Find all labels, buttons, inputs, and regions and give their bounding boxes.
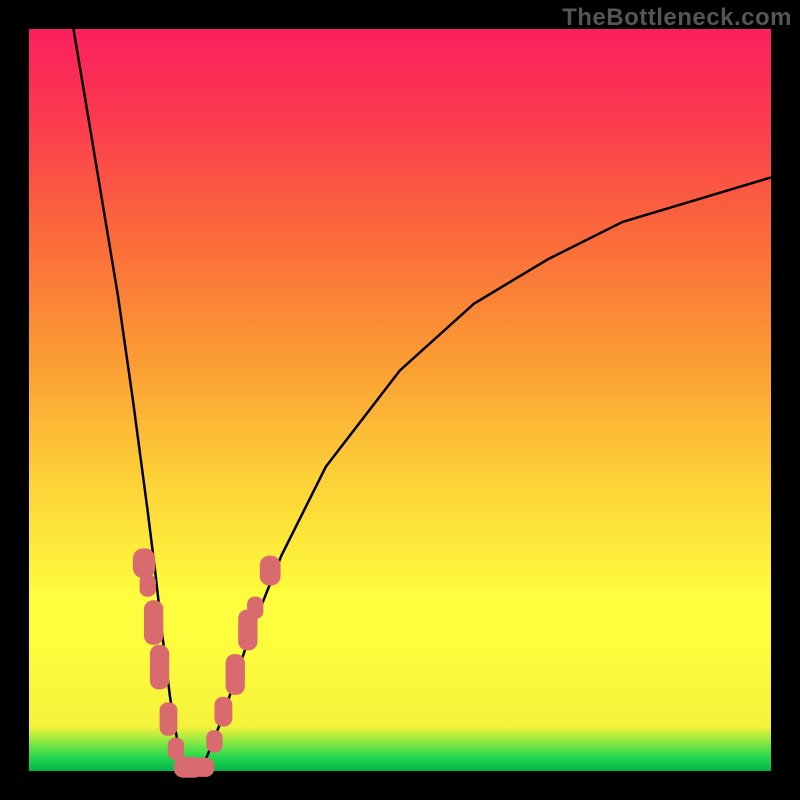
curve-marker	[247, 597, 263, 619]
curve-marker	[140, 574, 156, 596]
curve-marker	[150, 645, 169, 690]
curve-marker	[206, 730, 222, 752]
outer-frame: TheBottleneck.com	[0, 0, 800, 800]
watermark-text: TheBottleneck.com	[562, 4, 792, 32]
curve-marker	[226, 654, 245, 695]
curve-marker	[160, 702, 178, 735]
curve-marker	[133, 548, 155, 578]
bottleneck-curve	[74, 29, 772, 771]
plot-area	[29, 29, 771, 771]
curve-marker	[168, 738, 184, 760]
curve-markers	[133, 548, 281, 777]
curve-marker	[260, 556, 281, 586]
chart-svg	[29, 29, 771, 771]
curve-marker	[215, 697, 233, 727]
curve-marker	[144, 600, 163, 645]
curve-marker	[192, 758, 214, 777]
